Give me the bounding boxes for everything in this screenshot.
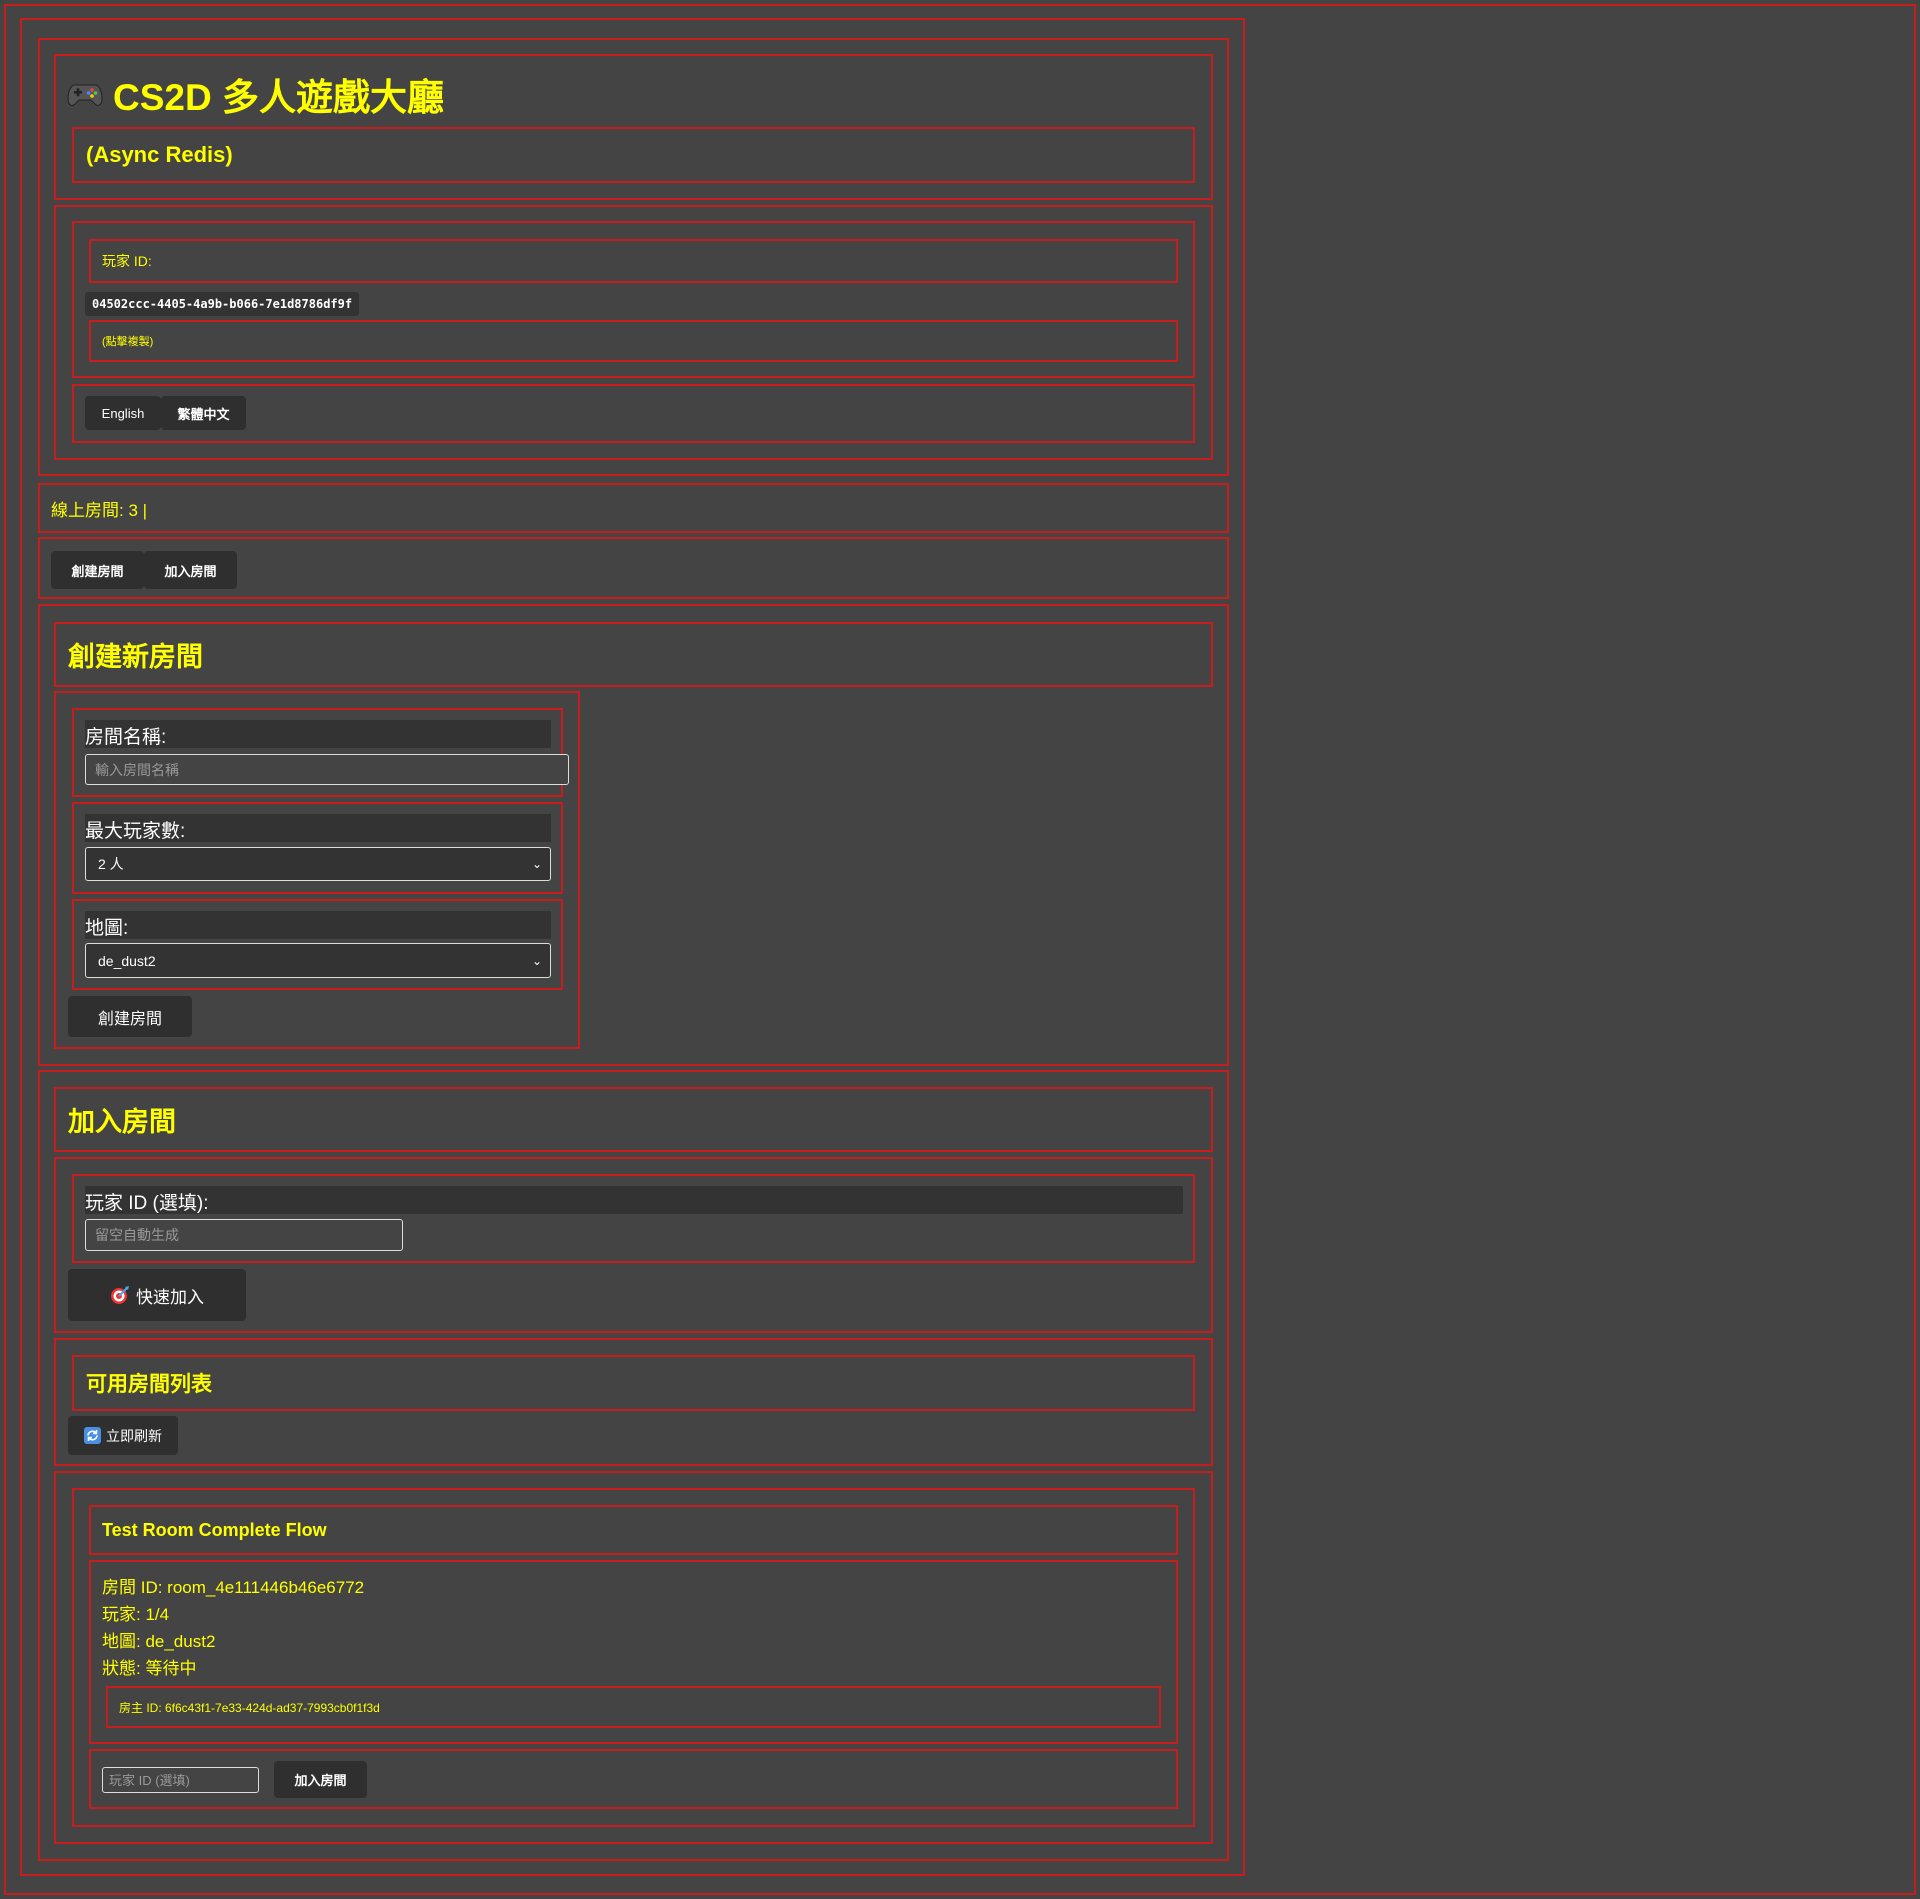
room-name-box: Test Room Complete Flow (89, 1505, 1178, 1555)
map-select[interactable]: de_dust2 ⌄ (85, 943, 551, 978)
create-room-heading: 創建新房間 (68, 642, 203, 672)
max-players-label: 最大玩家數: (85, 814, 551, 842)
room-status: 狀態: 等待中 (102, 1659, 197, 1678)
target-icon (110, 1285, 130, 1305)
join-player-id-label: 玩家 ID (選填): (85, 1186, 1183, 1214)
join-player-id-input[interactable] (85, 1219, 403, 1251)
create-room-heading-box: 創建新房間 (54, 622, 1213, 687)
chevron-down-icon: ⌄ (531, 953, 542, 968)
online-rooms-count: 線上房間: 3 | (51, 500, 148, 520)
room-details-text: 房間 ID: room_4e111446b46e6772 玩家: 1/4 地圖:… (102, 1574, 364, 1682)
join-room-heading-box: 加入房間 (54, 1087, 1213, 1152)
refresh-icon (84, 1427, 101, 1444)
create-room-submit-button[interactable]: 創建房間 (68, 996, 192, 1037)
copy-hint: (點擊複製) (102, 336, 154, 348)
room-host: 房主 ID: 6f6c43f1-7e33-424d-ad37-7993cb0f1… (119, 1700, 380, 1715)
max-players-select[interactable]: 2 人 ⌄ (85, 847, 551, 881)
room-map: 地圖: de_dust2 (102, 1632, 216, 1651)
language-chinese-button[interactable]: 繁體中文 (161, 396, 246, 430)
subtitle: (Async Redis) (86, 142, 233, 167)
room-host-box: 房主 ID: 6f6c43f1-7e33-424d-ad37-7993cb0f1… (106, 1686, 1161, 1728)
gamepad-icon (67, 79, 103, 109)
copy-hint-box[interactable]: (點擊複製) (89, 320, 1178, 362)
language-english-button[interactable]: English (85, 396, 161, 430)
player-id-value[interactable]: 04502ccc-4405-4a9b-b066-7e1d8786df9f (85, 292, 360, 316)
refresh-button[interactable]: 立即刷新 (68, 1416, 178, 1455)
room-join-button[interactable]: 加入房間 (274, 1761, 367, 1798)
room-name-input[interactable] (85, 754, 569, 785)
room-name-label: 房間名稱: (85, 720, 551, 748)
map-label: 地圖: (85, 911, 551, 939)
quick-join-button[interactable]: 快速加入 (68, 1269, 246, 1321)
quick-join-label: 快速加入 (136, 1287, 204, 1307)
room-players: 玩家: 1/4 (102, 1605, 170, 1624)
chevron-down-icon: ⌄ (531, 857, 542, 871)
subtitle-box: (Async Redis) (72, 127, 1195, 183)
page-title: CS2D 多人遊戲大廳 (67, 70, 444, 118)
room-list-heading: 可用房間列表 (86, 1373, 212, 1396)
room-name: Test Room Complete Flow (102, 1519, 327, 1540)
tab-create-room[interactable]: 創建房間 (51, 551, 144, 589)
room-id: 房間 ID: room_4e111446b46e6772 (102, 1578, 365, 1597)
join-room-heading: 加入房間 (68, 1107, 176, 1137)
refresh-label: 立即刷新 (106, 1427, 162, 1444)
player-id-label-box: 玩家 ID: (89, 239, 1178, 283)
room-player-id-input[interactable] (102, 1767, 259, 1793)
player-id-label: 玩家 ID: (102, 253, 152, 269)
room-list-heading-box: 可用房間列表 (72, 1355, 1195, 1411)
status-bar: 線上房間: 3 | (38, 483, 1229, 533)
tab-join-room[interactable]: 加入房間 (144, 551, 237, 589)
